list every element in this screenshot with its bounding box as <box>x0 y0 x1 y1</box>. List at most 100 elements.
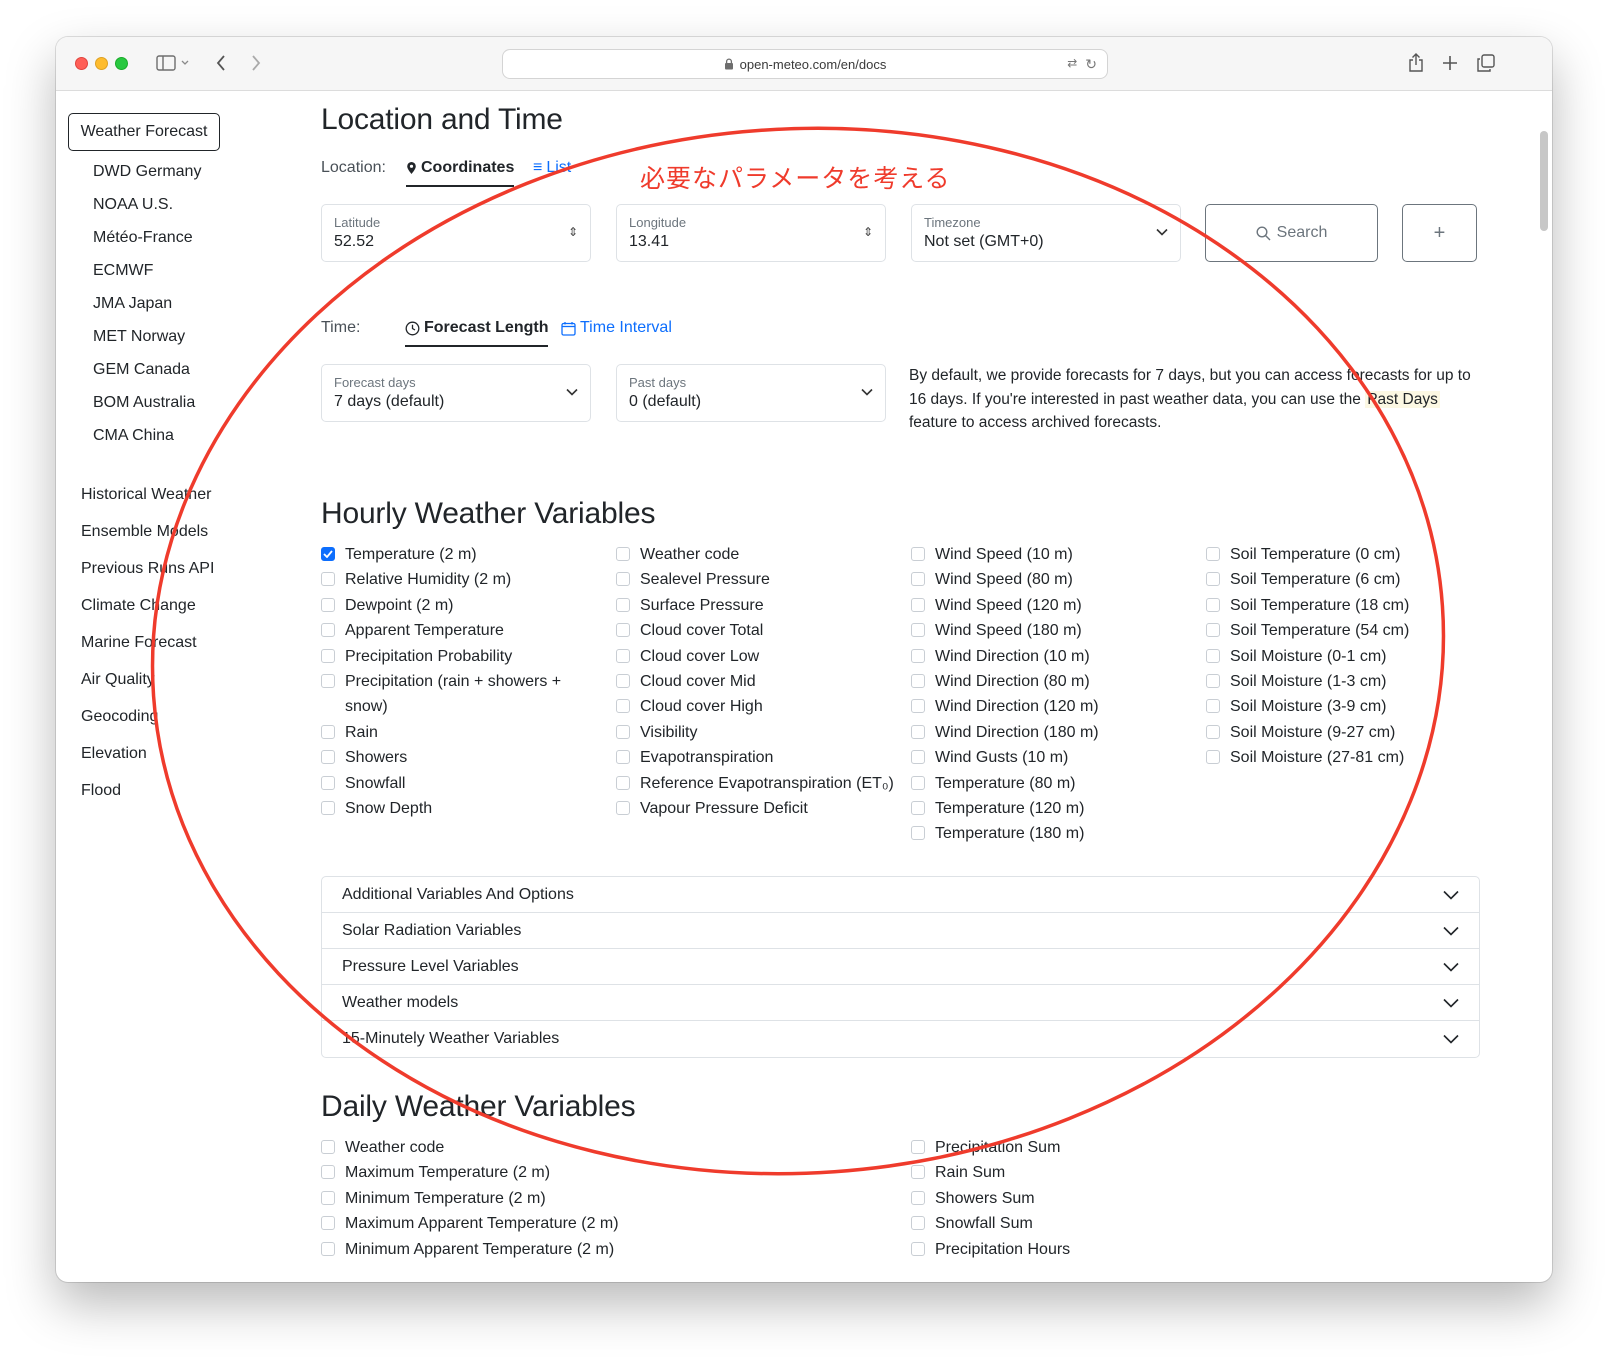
checkbox-row[interactable]: Wind Direction (80 m) <box>911 670 1090 693</box>
checkbox-row[interactable]: Relative Humidity (2 m) <box>321 568 511 591</box>
sidebar-subitem[interactable]: Météo-France <box>93 229 193 247</box>
checkbox[interactable] <box>1206 724 1220 739</box>
checkbox-row[interactable]: Precipitation Hours <box>911 1238 1070 1261</box>
checkbox-row[interactable]: Temperature (120 m) <box>911 797 1084 820</box>
checkbox[interactable] <box>1206 674 1220 688</box>
checkbox-row[interactable]: Evapotranspiration <box>616 746 773 769</box>
checkbox[interactable] <box>1206 648 1220 663</box>
sidebar-item-weather-forecast[interactable]: Weather Forecast <box>68 113 220 151</box>
checkbox-row[interactable]: Cloud cover Total <box>616 619 763 642</box>
checkbox-row[interactable]: Wind Speed (10 m) <box>911 543 1073 566</box>
share-icon[interactable] <box>1404 51 1428 75</box>
checkbox-row[interactable]: Weather code <box>321 1136 444 1159</box>
checkbox-row[interactable]: Soil Moisture (0-1 cm) <box>1206 645 1386 668</box>
accordion-item[interactable]: 15-Minutely Weather Variables <box>322 1021 1479 1057</box>
checkbox[interactable] <box>321 674 335 688</box>
sidebar-subitem[interactable]: ECMWF <box>93 262 153 280</box>
checkbox-row[interactable]: Wind Speed (80 m) <box>911 568 1073 591</box>
sidebar-subitem[interactable]: JMA Japan <box>93 295 172 313</box>
checkbox[interactable] <box>321 1190 335 1205</box>
checkbox[interactable] <box>911 699 925 714</box>
sidebar-item[interactable]: Air Quality <box>81 671 155 689</box>
checkbox[interactable] <box>911 1216 925 1231</box>
checkbox-row[interactable]: snow) <box>321 695 388 718</box>
checkbox-row[interactable]: Wind Speed (120 m) <box>911 594 1082 617</box>
accordion-item[interactable]: Weather models <box>322 985 1479 1021</box>
checkbox[interactable] <box>911 724 925 739</box>
checkbox[interactable] <box>1206 572 1220 587</box>
tab-time-interval[interactable]: Time Interval <box>561 319 672 337</box>
sidebar-subitem[interactable]: MET Norway <box>93 328 185 346</box>
tab-overview-icon[interactable] <box>1474 51 1498 75</box>
longitude-field[interactable]: Longitude 13.41 ⇕ <box>616 204 886 262</box>
latitude-field[interactable]: Latitude 52.52 ⇕ <box>321 204 591 262</box>
page-scrollbar[interactable] <box>1540 131 1548 231</box>
checkbox-row[interactable]: Wind Direction (120 m) <box>911 695 1099 718</box>
checkbox[interactable] <box>1206 699 1220 714</box>
checkbox[interactable] <box>1206 597 1220 612</box>
address-bar[interactable]: open-meteo.com/en/docs ⇄ ↻ <box>502 49 1108 79</box>
latitude-value[interactable]: 52.52 <box>334 233 374 251</box>
timezone-select[interactable]: Timezone Not set (GMT+0) <box>911 204 1181 262</box>
sidebar-item[interactable]: Previous Runs API <box>81 560 214 578</box>
checkbox-row[interactable]: Snowfall Sum <box>911 1212 1033 1235</box>
checkbox[interactable] <box>321 597 335 612</box>
checkbox[interactable] <box>616 699 630 714</box>
checkbox-row[interactable]: Cloud cover Mid <box>616 670 756 693</box>
stepper-icon[interactable]: ⇕ <box>863 225 873 239</box>
checkbox-row[interactable]: Snowfall <box>321 772 405 795</box>
checkbox[interactable] <box>616 623 630 638</box>
checkbox[interactable] <box>911 1165 925 1180</box>
checkbox[interactable] <box>321 1241 335 1256</box>
checkbox[interactable] <box>321 724 335 739</box>
checkbox[interactable] <box>911 597 925 612</box>
checkbox[interactable] <box>911 826 925 841</box>
checkbox[interactable] <box>1206 750 1220 765</box>
checkbox[interactable] <box>911 648 925 663</box>
checkbox[interactable] <box>321 648 335 663</box>
checkbox[interactable] <box>321 1216 335 1231</box>
checkbox-row[interactable]: Minimum Temperature (2 m) <box>321 1187 546 1210</box>
checkbox-row[interactable]: Precipitation Sum <box>911 1136 1060 1159</box>
checkbox-row[interactable]: Temperature (2 m) <box>321 543 477 566</box>
zoom-window-button[interactable] <box>115 57 128 70</box>
checkbox[interactable] <box>321 623 335 638</box>
checkbox[interactable] <box>911 801 925 815</box>
checkbox[interactable] <box>616 547 630 561</box>
reload-icon[interactable]: ↻ <box>1085 56 1097 73</box>
checkbox[interactable] <box>911 572 925 587</box>
accordion-item[interactable]: Pressure Level Variables <box>322 949 1479 985</box>
new-tab-icon[interactable] <box>1438 51 1462 75</box>
checkbox-row[interactable]: Soil Moisture (27-81 cm) <box>1206 746 1404 769</box>
checkbox-row[interactable]: Soil Moisture (3-9 cm) <box>1206 695 1386 718</box>
checkbox-row[interactable]: Maximum Temperature (2 m) <box>321 1161 550 1184</box>
checkbox-row[interactable]: Rain Sum <box>911 1161 1005 1184</box>
sidebar-item[interactable]: Historical Weather <box>81 486 211 504</box>
minimize-window-button[interactable] <box>95 57 108 70</box>
checkbox-row[interactable]: Vapour Pressure Deficit <box>616 797 808 820</box>
checkbox[interactable] <box>616 724 630 739</box>
sidebar-item[interactable]: Elevation <box>81 745 147 763</box>
sidebar-subitem[interactable]: NOAA U.S. <box>93 196 173 214</box>
checkbox-row[interactable]: Soil Moisture (1-3 cm) <box>1206 670 1386 693</box>
checkbox-row[interactable]: Soil Temperature (18 cm) <box>1206 594 1409 617</box>
checkbox[interactable] <box>321 1140 335 1154</box>
forward-icon[interactable] <box>246 51 266 75</box>
longitude-value[interactable]: 13.41 <box>629 233 669 251</box>
accordion-item[interactable]: Additional Variables And Options <box>322 877 1479 913</box>
checkbox-row[interactable]: Soil Temperature (54 cm) <box>1206 619 1409 642</box>
checkbox-row[interactable]: Wind Speed (180 m) <box>911 619 1082 642</box>
checkbox-row[interactable]: Soil Moisture (9-27 cm) <box>1206 721 1395 744</box>
translate-icon[interactable]: ⇄ <box>1067 56 1077 73</box>
checkbox-row[interactable]: Precipitation (rain + showers + <box>321 670 561 693</box>
checkbox-row[interactable]: Wind Gusts (10 m) <box>911 746 1068 769</box>
checkbox-row[interactable]: Reference Evapotranspiration (ET₀) <box>616 772 894 795</box>
checkbox-row[interactable]: Showers Sum <box>911 1187 1035 1210</box>
checkbox-row[interactable]: Rain <box>321 721 378 744</box>
checkbox[interactable] <box>911 1140 925 1154</box>
checkbox[interactable] <box>616 801 630 815</box>
checkbox[interactable] <box>321 547 335 561</box>
sidebar-item[interactable]: Flood <box>81 782 121 800</box>
checkbox[interactable] <box>911 674 925 688</box>
checkbox[interactable] <box>321 801 335 815</box>
